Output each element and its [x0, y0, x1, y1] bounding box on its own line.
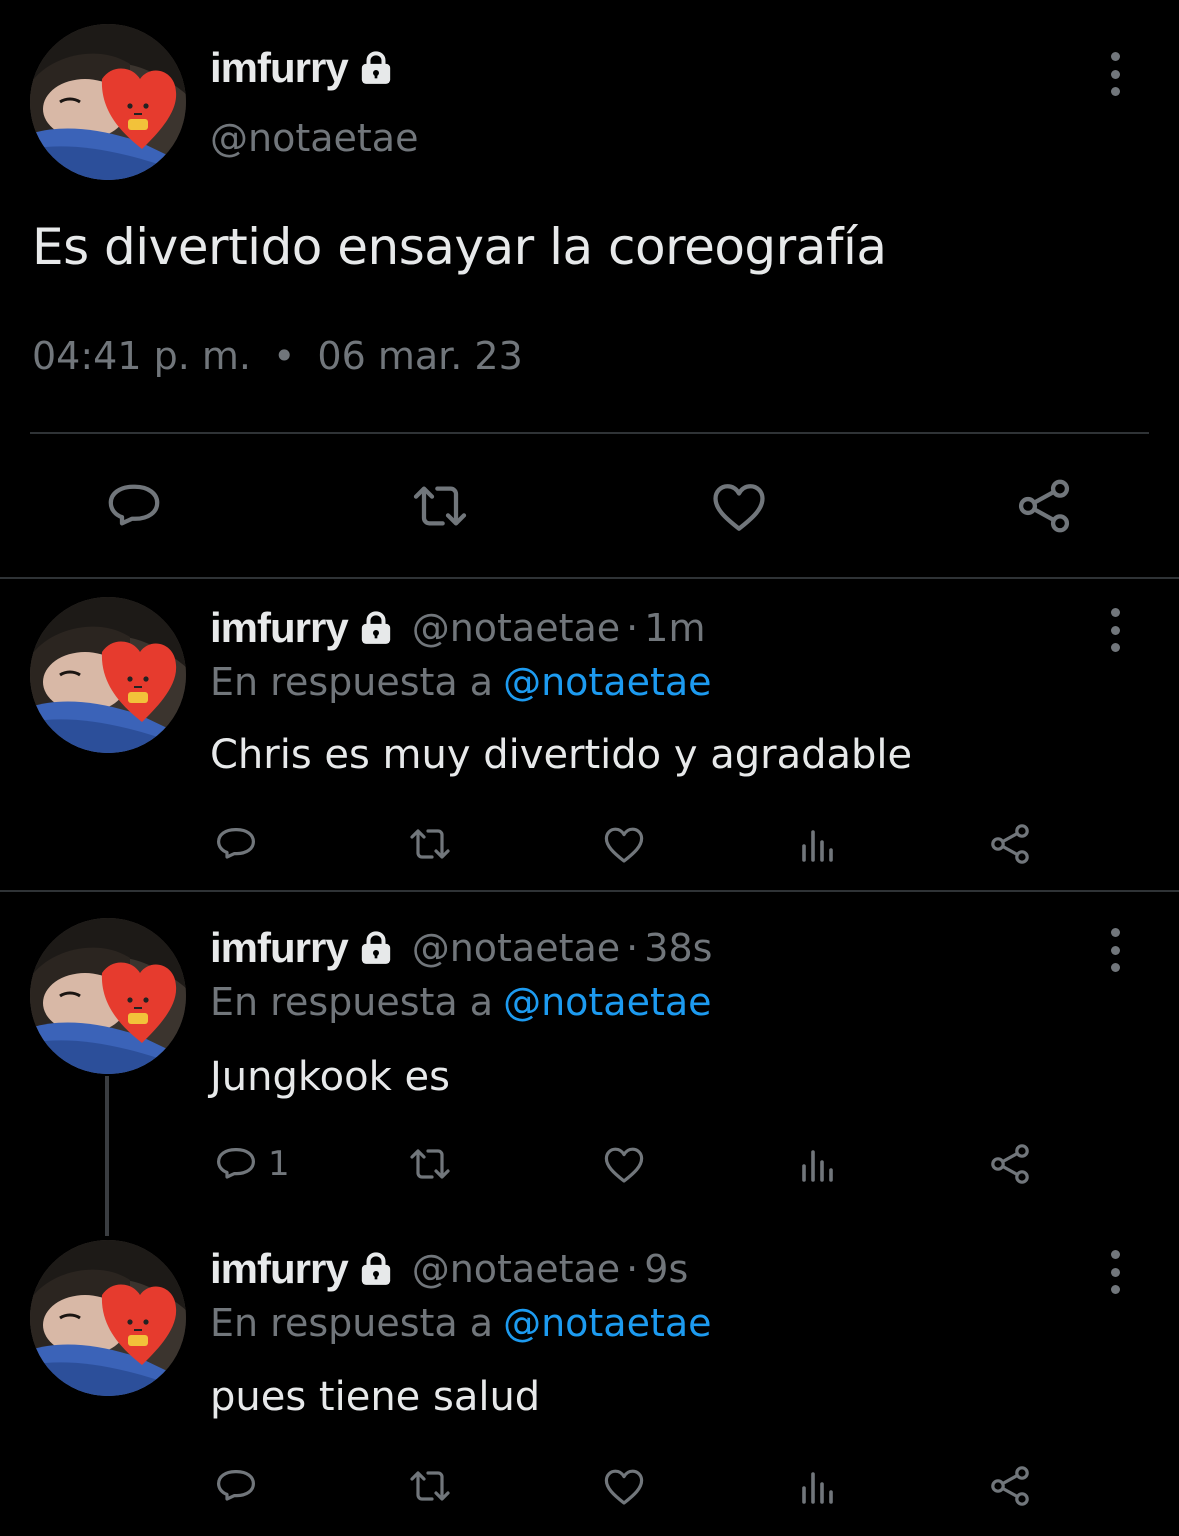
meta-separator: ·: [626, 606, 639, 650]
lock-icon: [356, 48, 396, 88]
reply-count: 1: [268, 1144, 290, 1184]
retweet-icon[interactable]: [406, 820, 454, 868]
reply-time[interactable]: 38s: [644, 926, 712, 970]
like-icon[interactable]: [600, 1140, 648, 1188]
reply-prefix: En respuesta a: [210, 1301, 494, 1345]
reply-context: En respuesta a @notaetae: [210, 1301, 712, 1345]
divider: [0, 890, 1179, 892]
reply-mention-link[interactable]: @notaetae: [503, 1301, 711, 1345]
like-icon[interactable]: [600, 1462, 648, 1510]
tweet-date[interactable]: 06 mar. 23: [317, 334, 522, 378]
views-icon[interactable]: [794, 1462, 842, 1510]
avatar-image: [30, 24, 186, 180]
share-icon[interactable]: [986, 1140, 1034, 1188]
meta-separator: •: [272, 334, 296, 378]
views-icon[interactable]: [794, 1140, 842, 1188]
author-name[interactable]: imfurry: [210, 1245, 349, 1293]
like-icon[interactable]: [600, 820, 648, 868]
reply-icon[interactable]: [212, 820, 260, 868]
reply-icon[interactable]: [212, 1140, 260, 1188]
reply-text: Jungkook es: [210, 1054, 450, 1100]
views-icon[interactable]: [794, 820, 842, 868]
lock-icon: [356, 608, 396, 648]
author-name[interactable]: imfurry: [210, 44, 349, 92]
lock-icon: [356, 1249, 396, 1289]
more-options-icon[interactable]: [1105, 928, 1125, 972]
divider: [0, 577, 1179, 579]
thread-connector: [105, 1076, 109, 1236]
more-options-icon[interactable]: [1105, 608, 1125, 652]
reply-text: Chris es muy divertido y agradable: [210, 732, 913, 778]
share-icon[interactable]: [1012, 474, 1076, 538]
author-handle[interactable]: @notaetae: [412, 606, 620, 650]
reply-mention-link[interactable]: @notaetae: [503, 980, 711, 1024]
avatar[interactable]: [30, 1240, 186, 1396]
tweet-timestamp: 04:41 p. m. • 06 mar. 23: [32, 334, 523, 378]
main-author-row: imfurry: [210, 44, 396, 92]
author-handle[interactable]: @notaetae: [412, 926, 620, 970]
reply-prefix: En respuesta a: [210, 660, 494, 704]
like-icon[interactable]: [707, 474, 771, 538]
reply-author-row: imfurry @notaetae · 1m: [210, 604, 705, 652]
share-icon[interactable]: [986, 1462, 1034, 1510]
avatar[interactable]: [30, 24, 186, 180]
reply-context: En respuesta a @notaetae: [210, 660, 712, 704]
avatar-image: [30, 1240, 186, 1396]
avatar[interactable]: [30, 918, 186, 1074]
meta-separator: ·: [626, 926, 639, 970]
author-name[interactable]: imfurry: [210, 604, 349, 652]
divider: [30, 432, 1149, 434]
retweet-icon[interactable]: [406, 1140, 454, 1188]
reply-text: pues tiene salud: [210, 1374, 541, 1420]
more-options-icon[interactable]: [1105, 52, 1125, 96]
reply-prefix: En respuesta a: [210, 980, 494, 1024]
reply-time[interactable]: 9s: [644, 1247, 688, 1291]
reply-time[interactable]: 1m: [644, 606, 705, 650]
avatar-image: [30, 597, 186, 753]
tweet-time[interactable]: 04:41 p. m.: [32, 334, 251, 378]
retweet-icon[interactable]: [408, 474, 472, 538]
lock-icon: [356, 928, 396, 968]
author-name[interactable]: imfurry: [210, 924, 349, 972]
tweet-text: Es divertido ensayar la coreografía: [32, 218, 887, 276]
reply-author-row: imfurry @notaetae · 38s: [210, 924, 712, 972]
more-options-icon[interactable]: [1105, 1250, 1125, 1294]
reply-icon[interactable]: [102, 474, 166, 538]
meta-separator: ·: [626, 1247, 639, 1291]
reply-author-row: imfurry @notaetae · 9s: [210, 1245, 688, 1293]
avatar[interactable]: [30, 597, 186, 753]
share-icon[interactable]: [986, 820, 1034, 868]
author-handle[interactable]: @notaetae: [412, 1247, 620, 1291]
reply-context: En respuesta a @notaetae: [210, 980, 712, 1024]
reply-mention-link[interactable]: @notaetae: [503, 660, 711, 704]
avatar-image: [30, 918, 186, 1074]
author-handle[interactable]: @notaetae: [210, 116, 418, 160]
reply-icon[interactable]: [212, 1462, 260, 1510]
retweet-icon[interactable]: [406, 1462, 454, 1510]
